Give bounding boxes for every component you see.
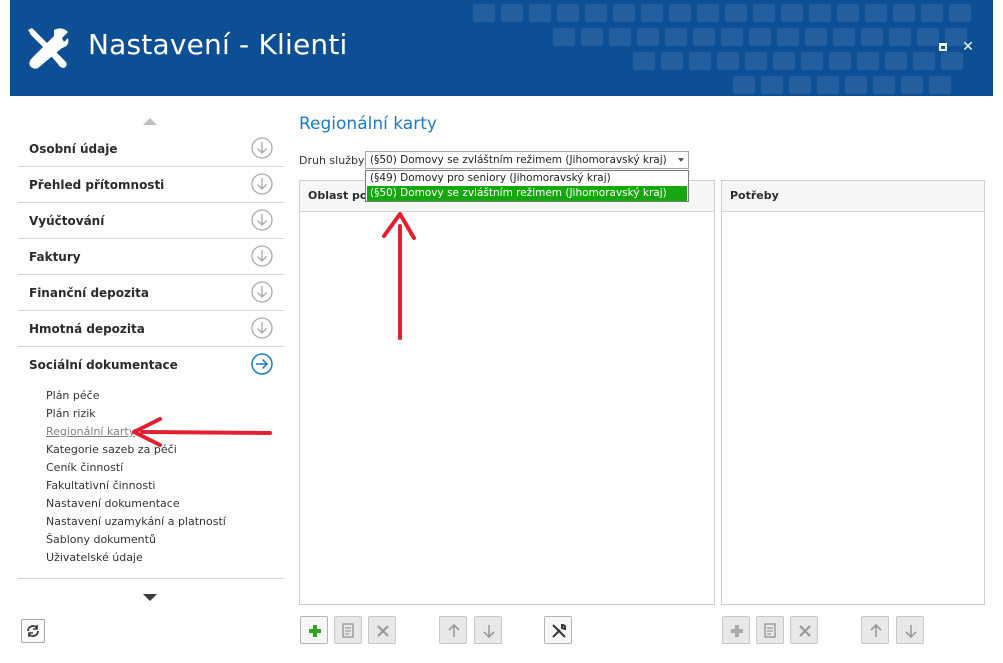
plus-icon xyxy=(309,625,321,637)
move-down-button[interactable] xyxy=(474,616,502,644)
page-title: Regionální karty xyxy=(299,114,437,134)
subitem-kategorie-sazeb[interactable]: Kategorie sazeb za péči xyxy=(46,441,226,459)
column-header: Oblast pot xyxy=(308,189,373,202)
sidebar-item-financni-depozita[interactable]: Finanční depozita xyxy=(18,275,284,311)
refresh-button[interactable] xyxy=(21,619,45,643)
delete-button[interactable] xyxy=(368,616,396,644)
subitem-regionalni-karty[interactable]: Regionální karty xyxy=(46,423,226,441)
move-up-button[interactable] xyxy=(439,616,467,644)
sidebar-item-prehled-pritomnosti[interactable]: Přehled přítomnosti xyxy=(18,167,284,203)
column-header: Potřeby xyxy=(730,189,779,202)
chevron-down-icon[interactable] xyxy=(678,158,684,162)
subitem-nastaveni-dokumentace[interactable]: Nastavení dokumentace xyxy=(46,495,226,513)
service-type-value: (§50) Domovy se zvláštním režimem (Jihom… xyxy=(370,154,667,166)
sidebar-item-label: Vyúčtování xyxy=(29,214,105,228)
edit-icon xyxy=(764,623,776,638)
arrow-down-circle-icon xyxy=(251,209,273,231)
close-icon: ✕ xyxy=(962,39,974,55)
arrow-up-icon xyxy=(448,623,460,637)
arrow-down-circle-icon xyxy=(251,173,273,195)
close-button[interactable]: ✕ xyxy=(960,38,976,56)
regions-panel: Oblast pot xyxy=(299,180,715,605)
sidebar-item-osobni-udaje[interactable]: Osobní údaje xyxy=(18,131,284,167)
subitem-plan-rizik[interactable]: Plán rizik xyxy=(46,405,226,423)
arrow-right-circle-icon xyxy=(251,353,273,375)
subitem-cenik-cinnosti[interactable]: Ceník činností xyxy=(46,459,226,477)
panel-header: Potřeby xyxy=(722,181,984,212)
edit-icon xyxy=(342,623,354,638)
sidebar-item-faktury[interactable]: Faktury xyxy=(18,239,284,275)
dropdown-option[interactable]: (§49) Domovy pro seniory (Jihomoravský k… xyxy=(367,171,687,186)
sidebar-item-label: Sociální dokumentace xyxy=(29,358,178,372)
service-type-dropdown: (§49) Domovy pro seniory (Jihomoravský k… xyxy=(365,170,689,202)
sidebar-item-label: Osobní údaje xyxy=(29,142,118,156)
arrow-down-icon xyxy=(905,625,917,639)
subitem-sablony-dokumentu[interactable]: Šablony dokumentů xyxy=(46,531,226,549)
scroll-up-icon[interactable] xyxy=(143,118,157,125)
edit-need-button[interactable] xyxy=(756,616,784,644)
tools-icon xyxy=(28,28,69,69)
sidebar-item-hmotna-depozita[interactable]: Hmotná depozita xyxy=(18,311,284,347)
delete-need-button[interactable] xyxy=(790,616,818,644)
header-pattern xyxy=(473,4,971,94)
arrow-down-icon xyxy=(483,625,495,639)
delete-icon xyxy=(799,625,811,637)
sidebar-item-label: Přehled přítomnosti xyxy=(29,178,165,192)
sidebar-item-socialni-dokumentace[interactable]: Sociální dokumentace xyxy=(18,347,284,383)
sidebar-subitems: Plán péče Plán rizik Regionální karty Ka… xyxy=(46,387,226,567)
sidebar-item-label: Hmotná depozita xyxy=(29,322,145,336)
arrow-down-circle-icon xyxy=(251,137,273,159)
needs-panel: Potřeby xyxy=(721,180,985,605)
sidebar-item-label: Finanční depozita xyxy=(29,286,149,300)
title-bar: Nastavení - Klienti ✕ xyxy=(10,0,993,96)
add-need-button[interactable] xyxy=(722,616,750,644)
edit-button[interactable] xyxy=(334,616,362,644)
window-title: Nastavení - Klienti xyxy=(88,28,348,61)
subitem-fakultativni-cinnosti[interactable]: Fakultativní činnosti xyxy=(46,477,226,495)
subitem-uzivatelske-udaje[interactable]: Uživatelské údaje xyxy=(46,549,226,567)
dropdown-option-selected[interactable]: (§50) Domovy se zvláštním režimem (Jihom… xyxy=(367,186,687,201)
service-type-label: Druh služby: xyxy=(299,154,368,167)
arrow-down-circle-icon xyxy=(251,281,273,303)
move-need-down-button[interactable] xyxy=(896,616,924,644)
arrow-up-icon xyxy=(870,623,882,637)
sidebar-item-label: Faktury xyxy=(29,250,81,264)
scroll-down-icon[interactable] xyxy=(143,594,157,601)
refresh-icon xyxy=(27,625,39,637)
settings-tools-button[interactable] xyxy=(544,616,572,644)
plus-icon xyxy=(731,625,743,637)
subitem-plan-pece[interactable]: Plán péče xyxy=(46,387,226,405)
maximize-button[interactable] xyxy=(935,38,951,56)
delete-icon xyxy=(377,625,389,637)
service-type-select[interactable]: (§50) Domovy se zvláštním režimem (Jihom… xyxy=(365,151,689,169)
subitem-nastaveni-uzamykani[interactable]: Nastavení uzamykání a platností xyxy=(46,513,226,531)
sidebar-item-vyuctovani[interactable]: Vyúčtování xyxy=(18,203,284,239)
arrow-down-circle-icon xyxy=(251,245,273,267)
tools-icon xyxy=(552,623,567,638)
maximize-icon xyxy=(939,43,947,51)
add-button[interactable] xyxy=(300,616,328,644)
arrow-down-circle-icon xyxy=(251,317,273,339)
divider xyxy=(18,578,284,579)
move-need-up-button[interactable] xyxy=(861,616,889,644)
